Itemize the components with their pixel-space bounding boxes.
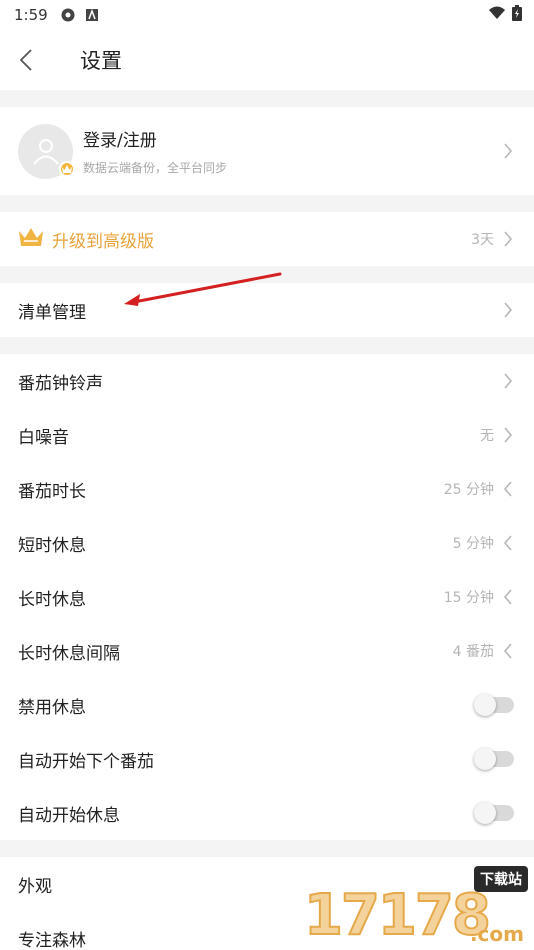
watermark-suffix: .com	[469, 922, 524, 946]
setting-row-long-break[interactable]: 长时休息 15 分钟	[0, 570, 534, 624]
chevron-left-icon	[502, 535, 514, 551]
status-bar: 1:59	[0, 0, 534, 30]
app-a-icon	[84, 7, 100, 23]
wifi-icon	[488, 6, 506, 24]
setting-value: 15 分钟	[443, 590, 494, 606]
setting-row-long-break-interval[interactable]: 长时休息间隔 4 番茄	[0, 624, 534, 678]
setting-row-white-noise[interactable]: 白噪音 无	[0, 408, 534, 462]
section-gap	[0, 840, 534, 857]
page-title: 设置	[80, 49, 122, 73]
crown-badge-icon	[59, 160, 75, 177]
setting-value: 无	[480, 428, 494, 444]
setting-label: 外观	[18, 876, 52, 897]
setting-label: 白噪音	[18, 427, 69, 448]
chevron-right-icon	[502, 143, 514, 159]
avatar	[18, 123, 75, 179]
section-gap	[0, 266, 534, 283]
user-icon	[32, 139, 59, 165]
section-gap	[0, 90, 534, 107]
setting-row-disable-break: 禁用休息	[0, 678, 534, 732]
setting-value: 25 分钟	[443, 482, 494, 498]
list-management-row[interactable]: 清单管理	[0, 283, 534, 337]
setting-row-auto-start-pomodoro: 自动开始下个番茄	[0, 732, 534, 786]
section-gap	[0, 337, 534, 354]
pomodoro-settings-list: 番茄钟铃声 白噪音 无 番茄时长 25 分钟 短时休息 5 分钟 长时休息 15…	[0, 354, 534, 840]
toggle-knob	[474, 748, 496, 770]
chevron-right-icon	[502, 302, 514, 318]
watermark-badge: 下载站	[474, 866, 528, 892]
back-button[interactable]	[0, 30, 52, 90]
login-register-label: 登录/注册	[83, 131, 157, 151]
section-gap	[0, 195, 534, 212]
setting-label: 番茄钟铃声	[18, 373, 103, 394]
setting-label: 自动开始休息	[18, 805, 120, 826]
auto-start-break-toggle[interactable]	[474, 802, 514, 824]
setting-label: 禁用休息	[18, 697, 86, 718]
setting-row-ringtone[interactable]: 番茄钟铃声	[0, 354, 534, 408]
setting-label: 短时休息	[18, 535, 86, 556]
toggle-knob	[474, 802, 496, 824]
setting-label: 番茄时长	[18, 481, 86, 502]
chevron-left-icon	[19, 49, 32, 71]
trial-days-value: 3天	[471, 232, 494, 248]
setting-row-short-break[interactable]: 短时休息 5 分钟	[0, 516, 534, 570]
chevron-left-icon	[502, 481, 514, 497]
settings-gear-icon	[60, 7, 76, 23]
chevron-right-icon	[502, 231, 514, 247]
login-register-subtitle: 数据云端备份，全平台同步	[83, 161, 228, 175]
disable-break-toggle[interactable]	[474, 694, 514, 716]
toggle-knob	[474, 694, 496, 716]
setting-value: 5 分钟	[452, 536, 494, 552]
setting-value: 4 番茄	[452, 644, 494, 660]
upgrade-row[interactable]: 升级到高级版 3天	[0, 212, 534, 266]
battery-icon	[512, 5, 522, 25]
auto-start-pomodoro-toggle[interactable]	[474, 748, 514, 770]
chevron-right-icon	[502, 427, 514, 443]
chevron-left-icon	[502, 643, 514, 659]
chevron-left-icon	[502, 589, 514, 605]
setting-label: 长时休息间隔	[18, 643, 120, 664]
login-register-row[interactable]: 登录/注册 数据云端备份，全平台同步	[0, 107, 534, 195]
app-header: 设置	[0, 30, 534, 90]
chevron-right-icon	[502, 373, 514, 389]
upgrade-label: 升级到高级版	[52, 231, 154, 252]
setting-row-pomodoro-duration[interactable]: 番茄时长 25 分钟	[0, 462, 534, 516]
watermark-digits: 17178	[303, 882, 492, 949]
crown-icon	[18, 227, 44, 251]
status-time: 1:59	[14, 6, 48, 24]
setting-label: 长时休息	[18, 589, 86, 610]
watermark-logo: 17178 下载站 .com	[303, 860, 534, 950]
setting-row-auto-start-break: 自动开始休息	[0, 786, 534, 840]
setting-label: 专注森林	[18, 930, 86, 950]
list-management-label: 清单管理	[18, 302, 86, 323]
setting-label: 自动开始下个番茄	[18, 751, 154, 772]
